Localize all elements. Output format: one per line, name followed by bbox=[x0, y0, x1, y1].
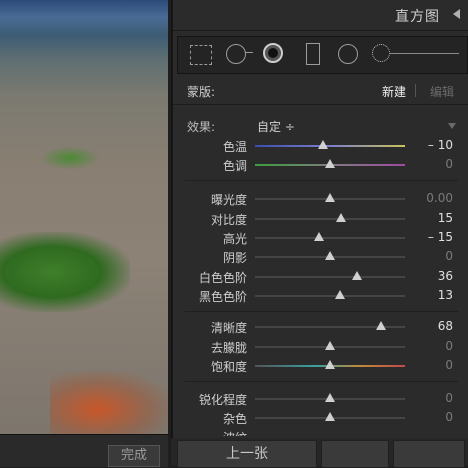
slider-row: 去朦胧 0 bbox=[173, 338, 468, 356]
slider-value[interactable]: 0 bbox=[445, 410, 453, 424]
collapse-arrow-icon[interactable] bbox=[453, 9, 460, 19]
effect-row: 效果: 自定 ÷ bbox=[173, 116, 468, 136]
slider-value[interactable]: 13 bbox=[438, 288, 453, 302]
slider-label: 锐化程度 bbox=[198, 393, 247, 407]
slider-thumb[interactable] bbox=[325, 251, 335, 260]
slider-track[interactable] bbox=[255, 237, 405, 239]
photo-trees-area bbox=[0, 232, 130, 312]
slider-thumb[interactable] bbox=[325, 393, 335, 402]
mask-label: 蒙版: bbox=[187, 85, 216, 99]
slider-track[interactable] bbox=[255, 276, 405, 278]
slider-thumb[interactable] bbox=[376, 321, 386, 330]
slider-row: 杂色 0 bbox=[173, 409, 468, 427]
photo-preview[interactable] bbox=[0, 0, 168, 434]
section-divider bbox=[185, 381, 458, 382]
slider-thumb[interactable] bbox=[313, 232, 324, 241]
slider-track[interactable] bbox=[255, 218, 405, 220]
slider-value[interactable]: 68 bbox=[438, 319, 453, 333]
effect-disclosure-icon[interactable] bbox=[448, 123, 456, 129]
red-eye-icon[interactable] bbox=[263, 43, 283, 63]
slider-value[interactable]: 0 bbox=[445, 157, 453, 171]
slider-thumb[interactable] bbox=[325, 159, 335, 168]
slider-thumb[interactable] bbox=[325, 360, 335, 369]
slider-thumb[interactable] bbox=[325, 341, 335, 350]
slider-row: 高光 – 15 bbox=[173, 229, 468, 247]
slider-thumb[interactable] bbox=[336, 213, 347, 222]
slider-label: 高光 bbox=[222, 232, 247, 246]
slider-track[interactable] bbox=[255, 295, 405, 297]
effect-label: 效果: bbox=[187, 120, 216, 134]
slider-value[interactable]: 15 bbox=[438, 211, 453, 225]
slider-row: 饱和度 0 bbox=[173, 357, 468, 375]
done-button[interactable]: 完成 bbox=[108, 445, 160, 467]
slider-row: 锐化程度 0 bbox=[173, 390, 468, 408]
mask-new-button[interactable]: 新建 bbox=[382, 83, 406, 100]
photo-toolbar: 完成 bbox=[0, 434, 168, 467]
slider-label: 对比度 bbox=[210, 213, 247, 227]
previous-button[interactable]: 上一张 bbox=[177, 440, 317, 468]
slider-label: 杂色 bbox=[222, 412, 247, 426]
slider-label: 色温 bbox=[222, 140, 247, 154]
slider-label: 曝光度 bbox=[210, 193, 247, 207]
section-divider bbox=[185, 180, 458, 181]
graduated-filter-icon[interactable] bbox=[306, 43, 320, 65]
develop-panel: 直方图 蒙版: 新建 编辑 效果: 自定 ÷ 色温 – 10 色调 0 曝光度 0.00 对… bbox=[171, 0, 468, 466]
histogram-title: 直方图 bbox=[395, 9, 440, 25]
slider-value[interactable]: 0 bbox=[445, 249, 453, 263]
spot-removal-arrow-icon bbox=[245, 52, 253, 53]
slider-label: 波纹 bbox=[223, 429, 247, 436]
slider-row: 清晰度 68 bbox=[173, 318, 468, 336]
slider-row: 黑色色阶 13 bbox=[173, 287, 468, 305]
mask-edit-button[interactable]: 编辑 bbox=[430, 83, 454, 100]
slider-label: 去朦胧 bbox=[210, 341, 247, 355]
slider-value[interactable]: 0 bbox=[445, 358, 453, 372]
slider-row: 色温 – 10 bbox=[173, 137, 468, 155]
slider-thumb[interactable] bbox=[325, 193, 335, 202]
slider-label: 色调 bbox=[222, 159, 247, 173]
slider-thumb[interactable] bbox=[352, 271, 362, 280]
footer-bar: 上一张 bbox=[171, 438, 468, 468]
slider-value[interactable]: 0.00 bbox=[426, 191, 453, 205]
slider-row: 曝光度 0.00 bbox=[173, 190, 468, 208]
crop-overlay-icon[interactable] bbox=[190, 45, 212, 65]
slider-thumb[interactable] bbox=[317, 140, 328, 149]
slider-track[interactable] bbox=[255, 145, 405, 147]
effect-preset-select[interactable]: 自定 ÷ bbox=[257, 118, 295, 135]
footer-button-2[interactable] bbox=[321, 440, 389, 468]
mask-separator bbox=[415, 84, 416, 97]
slider-label: 饱和度 bbox=[210, 360, 247, 374]
slider-row-partial: 波纹 bbox=[173, 428, 468, 436]
slider-row: 对比度 15 bbox=[173, 210, 468, 228]
photo-park-area bbox=[40, 146, 100, 170]
slider-row: 阴影 0 bbox=[173, 248, 468, 266]
slider-label: 阴影 bbox=[222, 251, 247, 265]
tool-strip bbox=[177, 36, 468, 74]
slider-value[interactable]: 0 bbox=[445, 391, 453, 405]
slider-value[interactable]: 36 bbox=[438, 269, 453, 283]
slider-thumb[interactable] bbox=[334, 290, 345, 299]
histogram-header[interactable]: 直方图 bbox=[173, 0, 468, 31]
slider-label: 黑色色阶 bbox=[198, 290, 247, 304]
spot-removal-icon[interactable] bbox=[226, 44, 246, 64]
slider-row: 色调 0 bbox=[173, 156, 468, 174]
photo-roofs-area bbox=[50, 372, 168, 434]
footer-button-3[interactable] bbox=[393, 440, 465, 468]
brush-line-icon bbox=[389, 53, 459, 54]
section-divider bbox=[185, 311, 458, 312]
slider-label: 清晰度 bbox=[210, 321, 247, 335]
slider-label: 白色色阶 bbox=[198, 271, 247, 285]
slider-row: 白色色阶 36 bbox=[173, 268, 468, 286]
slider-value[interactable]: – 15 bbox=[428, 230, 453, 244]
mask-row: 蒙版: 新建 编辑 bbox=[173, 76, 468, 105]
slider-thumb[interactable] bbox=[325, 412, 335, 421]
slider-value[interactable]: 0 bbox=[445, 339, 453, 353]
radial-filter-icon[interactable] bbox=[338, 44, 358, 64]
adjustment-brush-icon[interactable] bbox=[372, 44, 390, 62]
slider-value[interactable]: – 10 bbox=[428, 138, 453, 152]
